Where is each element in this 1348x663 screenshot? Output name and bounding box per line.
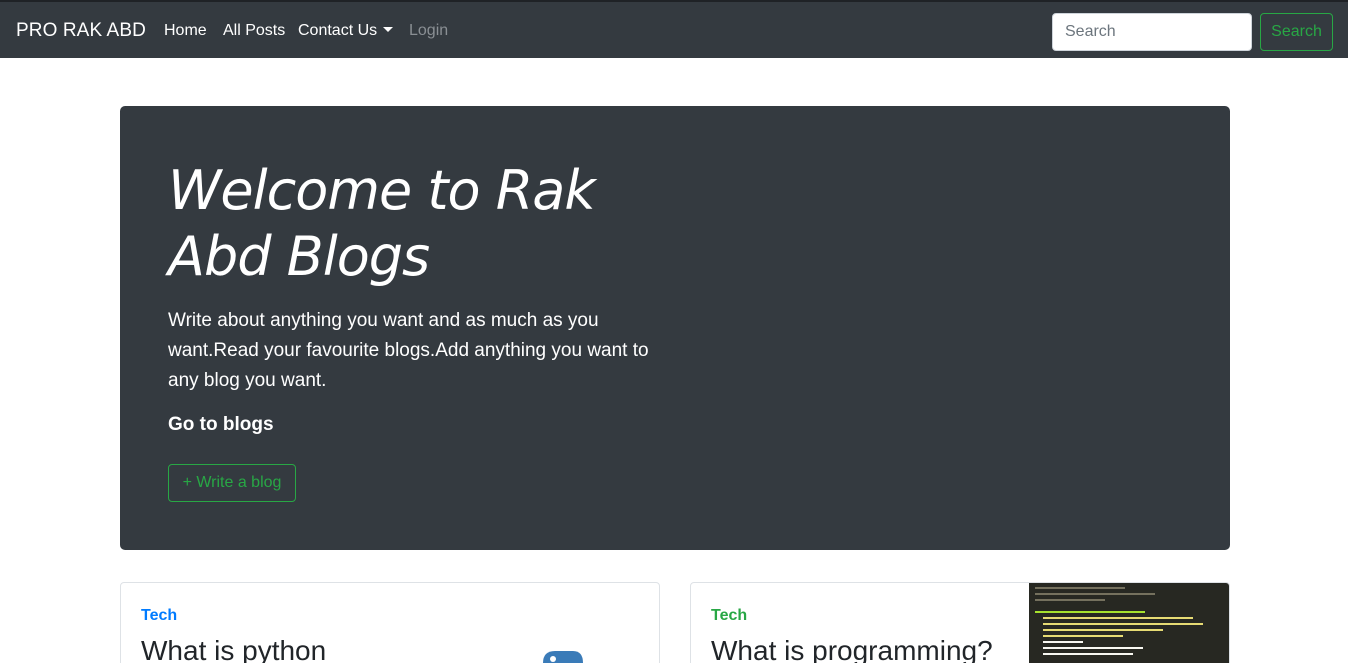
- nav-home-link[interactable]: Home: [164, 22, 207, 40]
- chevron-down-icon: [383, 27, 394, 32]
- post-title[interactable]: What is programming?: [711, 635, 993, 663]
- brand-link[interactable]: PRO RAK ABD: [16, 20, 146, 42]
- post-title[interactable]: What is python: [141, 635, 326, 663]
- hero-lead-text: Write about anything you want and as muc…: [168, 310, 649, 391]
- code-screenshot-thumbnail: [1029, 583, 1229, 663]
- hero-jumbotron: Welcome to Rak Abd Blogs Write about any…: [120, 106, 1230, 550]
- post-category[interactable]: Tech: [711, 607, 747, 625]
- post-card[interactable]: Tech What is python: [120, 582, 660, 663]
- nav-login-link[interactable]: Login: [409, 22, 448, 40]
- search-input[interactable]: [1052, 13, 1252, 51]
- hero-title: Welcome to Rak Abd Blogs: [168, 159, 596, 288]
- write-blog-button[interactable]: + Write a blog: [168, 464, 296, 502]
- search-button[interactable]: Search: [1260, 13, 1333, 51]
- python-logo-icon: [543, 651, 583, 663]
- nav-contact-label: Contact Us: [298, 22, 378, 39]
- nav-contact-dropdown[interactable]: Contact Us: [298, 22, 394, 40]
- post-card[interactable]: Tech What is programming?: [690, 582, 1230, 663]
- post-category[interactable]: Tech: [141, 607, 177, 625]
- nav-all-posts-link[interactable]: All Posts: [223, 22, 285, 40]
- go-to-blogs-link[interactable]: Go to blogs: [168, 414, 274, 436]
- top-navbar: PRO RAK ABD Home All Posts Contact Us Lo…: [0, 0, 1348, 58]
